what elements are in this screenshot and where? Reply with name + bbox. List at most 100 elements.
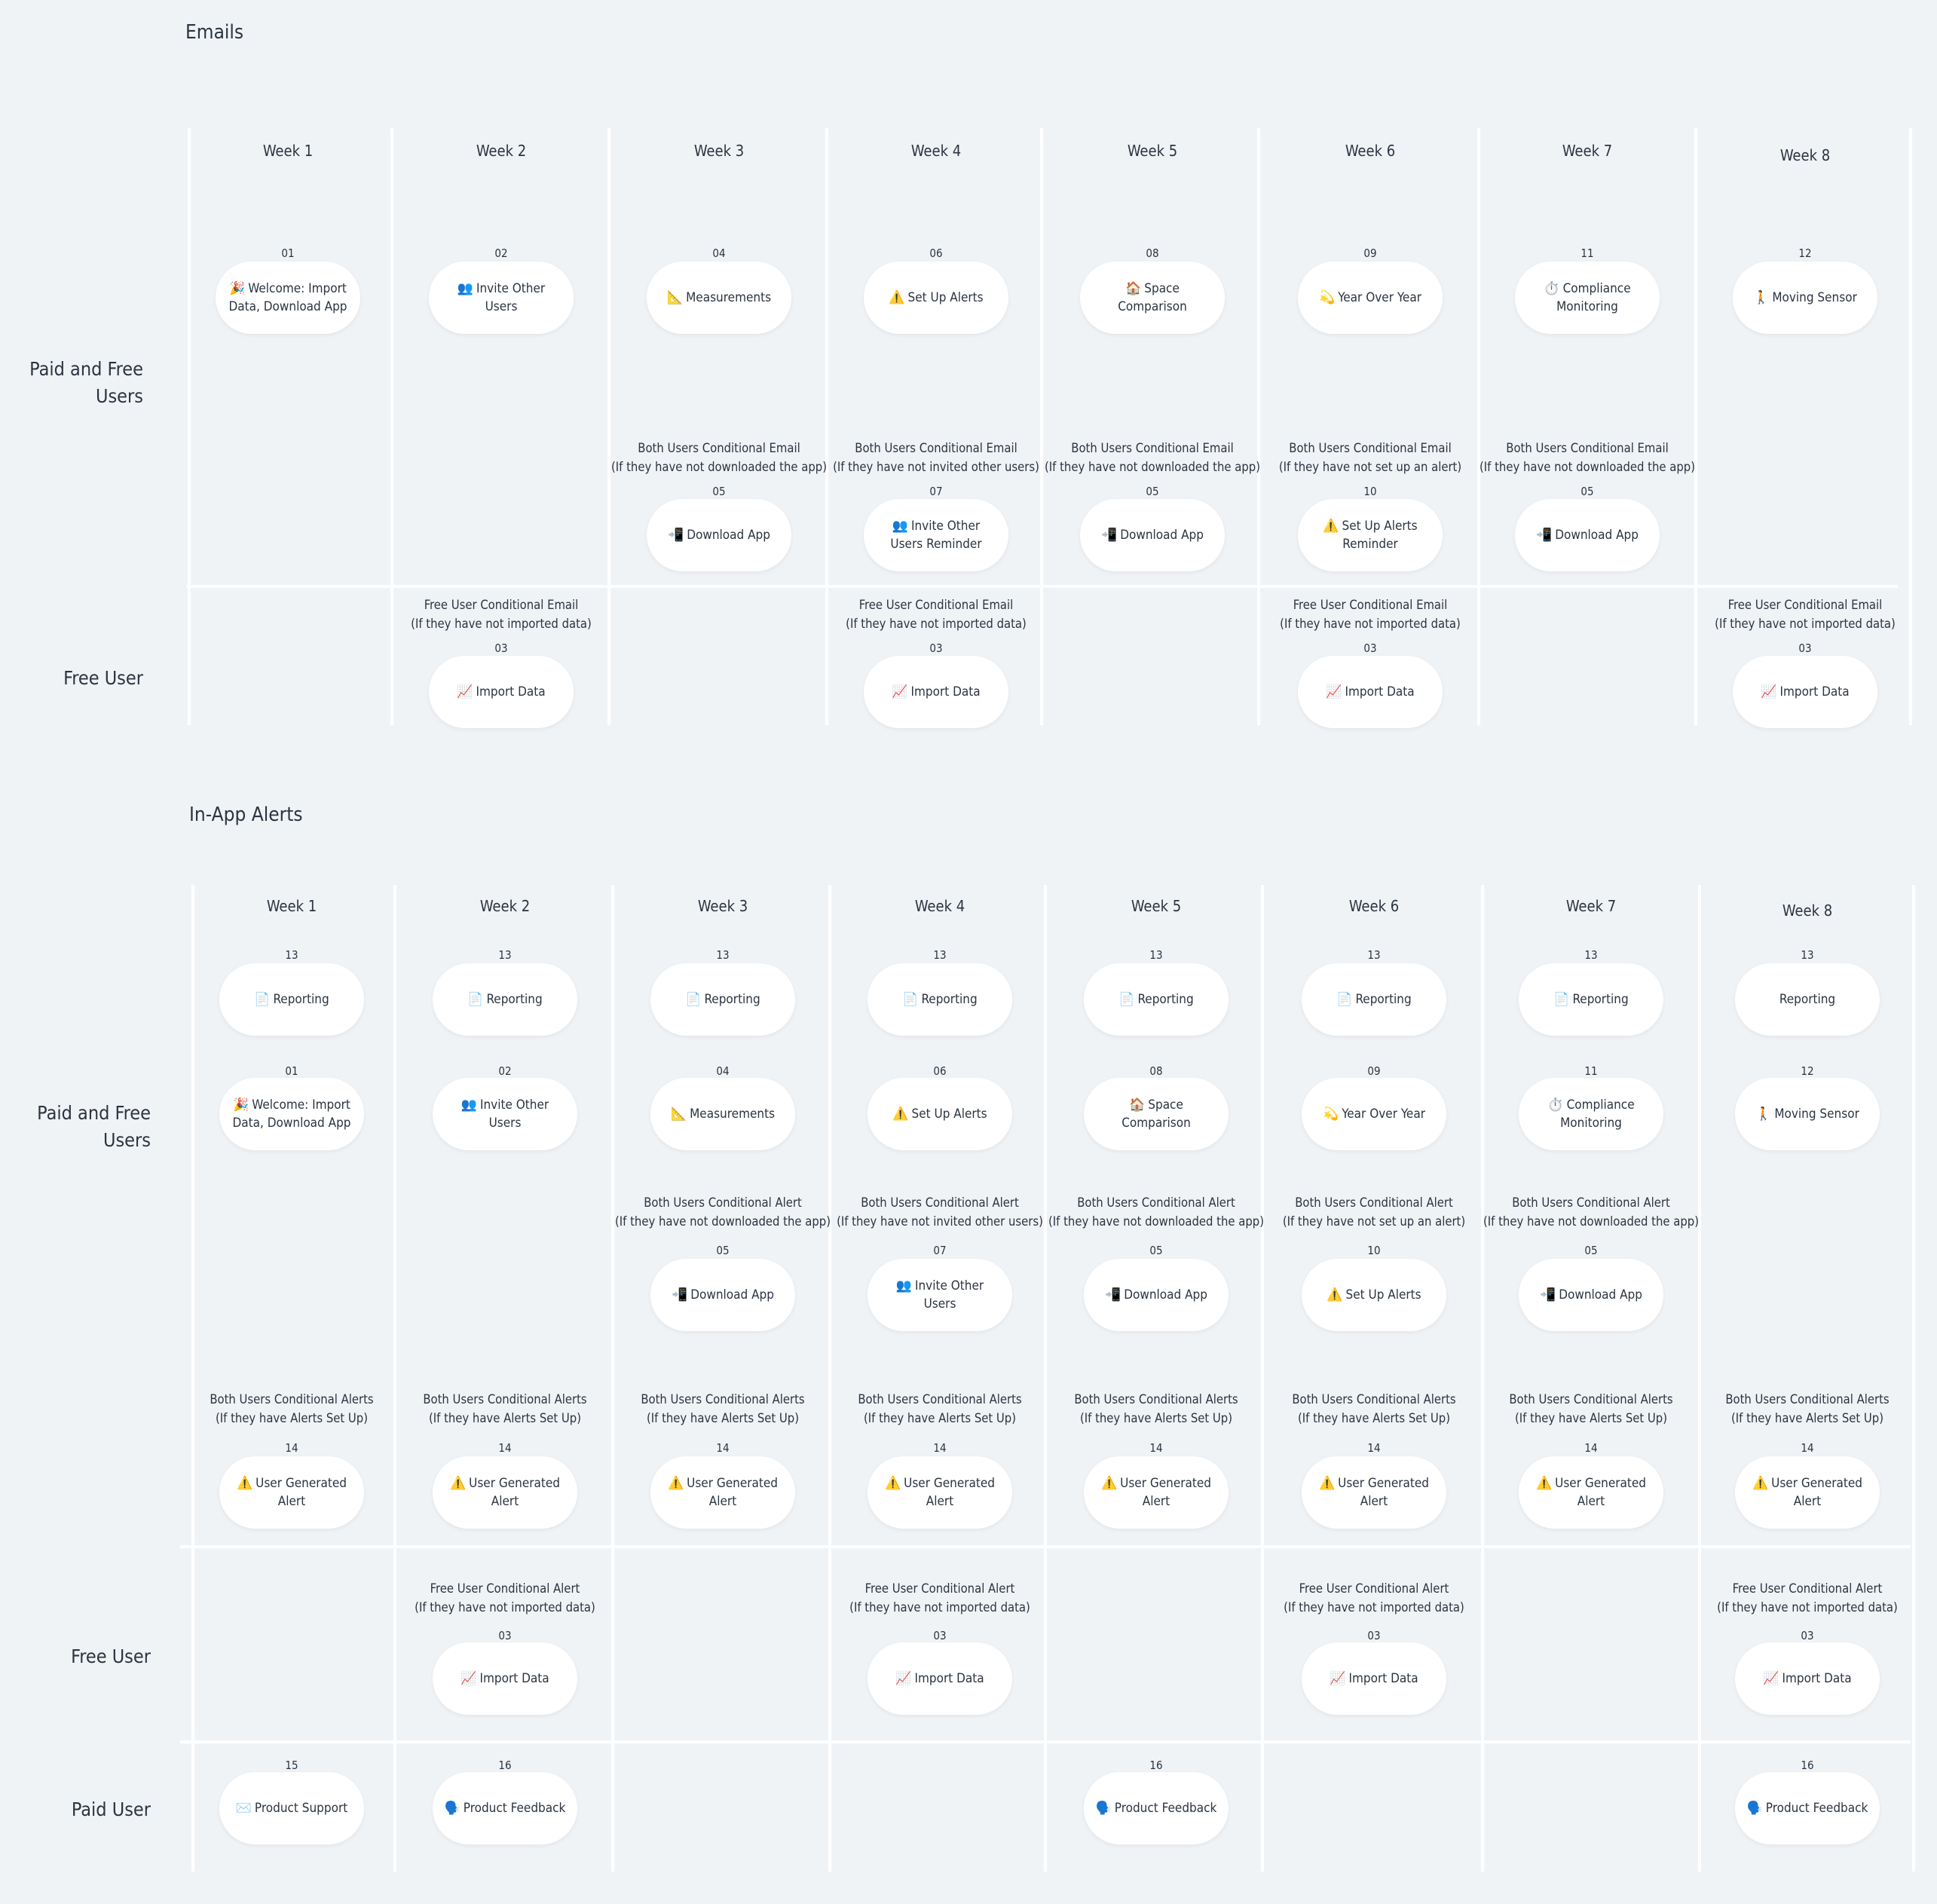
touchpoint-node[interactable]: 📄 Reporting	[1084, 963, 1229, 1036]
node-content: 🚶 Moving Sensor	[1755, 1105, 1859, 1123]
step-number: 10	[1367, 1244, 1381, 1257]
condition-label: Both Users Conditional Alert (If they hav…	[831, 1193, 1049, 1231]
touchpoint-node[interactable]: ⚠️ User Generated Alert	[1519, 1456, 1663, 1529]
touchpoint-node[interactable]: 📐 Measurements	[650, 1078, 795, 1150]
condition-line: (If they have not imported data)	[1715, 617, 1896, 631]
touchpoint-node[interactable]: ⚠️ Set Up Alerts	[1302, 1259, 1446, 1331]
touchpoint-node[interactable]: 👥 Invite Other Users Reminder	[864, 499, 1008, 571]
node-label: User Generated Alert	[1771, 1476, 1863, 1509]
emoji-icon: 🚶	[1755, 1107, 1772, 1122]
touchpoint-node[interactable]: 🏠 Space Comparison	[1080, 262, 1225, 334]
node-content: ⚠️ Set Up Alerts	[1327, 1286, 1421, 1304]
touchpoint-node[interactable]: 📐 Measurements	[647, 262, 791, 334]
node-label: Measurements	[686, 290, 772, 305]
touchpoint-node[interactable]: ⚠️ Set Up Alerts	[864, 262, 1008, 334]
touchpoint-node[interactable]: ⚠️ Set Up Alerts	[868, 1078, 1012, 1150]
step-number: 13	[1149, 948, 1163, 962]
touchpoint-node[interactable]: 🎉 Welcome: Import Data, Download App	[219, 1078, 364, 1150]
step-number: 14	[498, 1441, 512, 1455]
node-content: 🎉 Welcome: Import Data, Download App	[226, 280, 350, 316]
touchpoint-node[interactable]: ⏱️ Compliance Monitoring	[1515, 262, 1660, 334]
touchpoint-node[interactable]: ⏱️ Compliance Monitoring	[1519, 1078, 1663, 1150]
node-content: ⚠️ User Generated Alert	[1312, 1474, 1436, 1511]
touchpoint-node[interactable]: ⚠️ User Generated Alert	[219, 1456, 364, 1529]
touchpoint-node[interactable]: 📲 Download App	[647, 499, 791, 571]
emoji-icon: ⚠️	[1327, 1287, 1343, 1302]
touchpoint-node[interactable]: ⚠️ User Generated Alert	[1735, 1456, 1880, 1529]
touchpoint-node[interactable]: 🎉 Welcome: Import Data, Download App	[216, 262, 360, 334]
touchpoint-node[interactable]: ⚠️ User Generated Alert	[868, 1456, 1012, 1529]
touchpoint-node[interactable]: 📈 Import Data	[1298, 656, 1443, 728]
node-content: 📈 Import Data	[892, 683, 980, 701]
touchpoint-node[interactable]: 📄 Reporting	[1519, 963, 1663, 1036]
node-content: 📄 Reporting	[1118, 990, 1193, 1009]
touchpoint-node[interactable]: 📲 Download App	[1080, 499, 1225, 571]
touchpoint-node[interactable]: 🗣️ Product Feedback	[433, 1772, 577, 1844]
touchpoint-node[interactable]: 📈 Import Data	[1733, 656, 1877, 728]
touchpoint-node[interactable]: 📲 Download App	[1515, 499, 1660, 571]
emoji-icon: ⚠️	[1100, 1476, 1118, 1491]
touchpoint-node[interactable]: 👥 Invite Other Users	[433, 1078, 577, 1150]
node-content: 👥 Invite Other Users	[439, 280, 563, 316]
touchpoint-node[interactable]: 🏠 Space Comparison	[1084, 1078, 1229, 1150]
condition-line: Both Users Conditional Alert	[1077, 1195, 1235, 1210]
node-label: Set Up Alerts Reminder	[1342, 519, 1418, 552]
step-number: 02	[494, 246, 508, 260]
touchpoint-node[interactable]: 🗣️ Product Feedback	[1735, 1772, 1880, 1844]
touchpoint-node[interactable]: ⚠️ User Generated Alert	[433, 1456, 577, 1529]
touchpoint-node[interactable]: 📄 Reporting	[650, 963, 795, 1036]
touchpoint-node[interactable]: 👥 Invite Other Users	[429, 262, 574, 334]
node-label: User Generated Alert	[469, 1476, 561, 1509]
touchpoint-node[interactable]: 📈 Import Data	[433, 1642, 577, 1715]
touchpoint-node[interactable]: 📄 Reporting	[219, 963, 364, 1036]
touchpoint-node[interactable]: 🗣️ Product Feedback	[1084, 1772, 1229, 1844]
column-divider	[611, 885, 614, 1872]
condition-label: Both Users Conditional Alerts (If they ha…	[1265, 1390, 1483, 1428]
touchpoint-node[interactable]: Reporting	[1735, 963, 1880, 1036]
touchpoint-node[interactable]: 📄 Reporting	[1302, 963, 1446, 1036]
condition-line: (If they have Alerts Set Up)	[1514, 1411, 1668, 1425]
emoji-icon: ⚠️	[1323, 519, 1339, 534]
condition-line: Both Users Conditional Alerts	[210, 1392, 374, 1407]
touchpoint-node[interactable]: 📈 Import Data	[429, 656, 574, 728]
touchpoint-node[interactable]: 🚶 Moving Sensor	[1733, 262, 1877, 334]
condition-line: (If they have Alerts Set Up)	[215, 1411, 369, 1425]
touchpoint-node[interactable]: 📲 Download App	[650, 1259, 795, 1331]
touchpoint-node[interactable]: 💫 Year Over Year	[1302, 1078, 1446, 1150]
condition-line: (If they have not invited other users)	[833, 460, 1039, 474]
step-number: 12	[1798, 246, 1812, 260]
touchpoint-node[interactable]: ✉️ Product Support	[219, 1772, 364, 1844]
node-label: Import Data	[910, 684, 981, 699]
touchpoint-node[interactable]: 👥 Invite Other Users	[868, 1259, 1012, 1331]
node-content: 📈 Import Data	[1326, 683, 1414, 701]
touchpoint-node[interactable]: 📈 Import Data	[864, 656, 1008, 728]
touchpoint-node[interactable]: ⚠️ User Generated Alert	[1084, 1456, 1229, 1529]
touchpoint-node[interactable]: ⚠️ User Generated Alert	[1302, 1456, 1446, 1529]
touchpoint-node[interactable]: 📈 Import Data	[1302, 1642, 1446, 1715]
node-label: Moving Sensor	[1774, 1107, 1859, 1122]
touchpoint-node[interactable]: 📄 Reporting	[868, 963, 1012, 1036]
touchpoint-node[interactable]: 📄 Reporting	[433, 963, 577, 1036]
node-content: ⚠️ Set Up Alerts	[892, 1105, 987, 1123]
touchpoint-node[interactable]: ⚠️ Set Up Alerts Reminder	[1298, 499, 1443, 571]
column-divider	[825, 128, 828, 725]
lane-divider	[180, 1545, 1911, 1548]
touchpoint-node[interactable]: 📈 Import Data	[868, 1642, 1012, 1715]
node-label: Product Feedback	[1765, 1801, 1868, 1816]
week-header: Week 6	[1348, 897, 1400, 915]
emoji-icon: 📄	[254, 992, 271, 1007]
lane-divider	[180, 1740, 1911, 1743]
step-number: 08	[1149, 1064, 1163, 1078]
column-divider	[390, 128, 393, 725]
touchpoint-node[interactable]: 📈 Import Data	[1735, 1642, 1880, 1715]
step-number: 10	[1363, 485, 1377, 498]
step-number: 03	[498, 1629, 512, 1642]
emoji-icon: 👥	[457, 281, 473, 296]
touchpoint-node[interactable]: 💫 Year Over Year	[1298, 262, 1443, 334]
step-number: 14	[716, 1441, 730, 1455]
step-number: 13	[716, 948, 730, 962]
touchpoint-node[interactable]: 📲 Download App	[1519, 1259, 1663, 1331]
touchpoint-node[interactable]: 🚶 Moving Sensor	[1735, 1078, 1880, 1150]
touchpoint-node[interactable]: 📲 Download App	[1084, 1259, 1229, 1331]
touchpoint-node[interactable]: ⚠️ User Generated Alert	[650, 1456, 795, 1529]
